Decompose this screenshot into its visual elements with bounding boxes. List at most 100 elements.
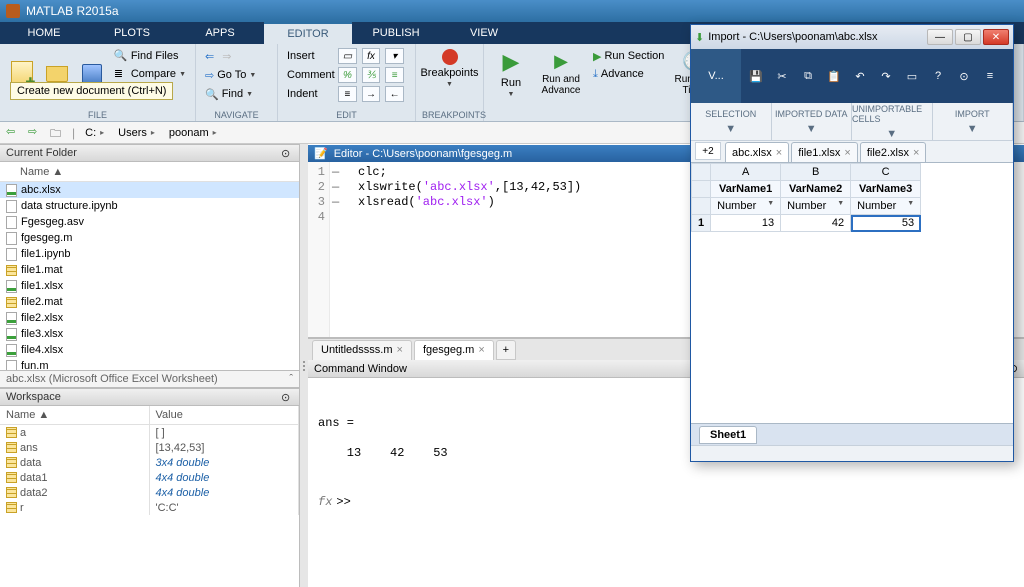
import-range-step[interactable]: +2: [695, 142, 721, 160]
breadcrumb-seg-c[interactable]: C:▸: [81, 127, 108, 139]
workspace-row[interactable]: ans[13,42,53]: [0, 440, 299, 455]
nav-back-icon[interactable]: ⇦: [6, 125, 22, 141]
comment-rm-icon[interactable]: ⅗: [362, 67, 381, 83]
details-header[interactable]: abc.xlsx (Microsoft Office Excel Workshe…: [0, 370, 299, 388]
maximize-button[interactable]: ▢: [955, 29, 981, 45]
more-icon[interactable]: ⊙: [955, 67, 973, 85]
type-cell-1[interactable]: Number▼: [711, 198, 781, 215]
window-icon[interactable]: ▭: [903, 67, 921, 85]
run-button[interactable]: ▶Run▼: [490, 47, 532, 100]
file-item[interactable]: data structure.ipynb: [0, 198, 299, 214]
section-imported-data[interactable]: IMPORTED DATA▼: [772, 103, 853, 140]
data-cell-1-c[interactable]: 53: [851, 215, 921, 232]
file-item[interactable]: file1.xlsx: [0, 278, 299, 294]
type-cell-2[interactable]: Number▼: [781, 198, 851, 215]
col-header-b[interactable]: B: [781, 164, 851, 181]
workspace-col-name[interactable]: Name ▲: [0, 406, 150, 424]
workspace-col-value[interactable]: Value: [150, 406, 300, 424]
file-item[interactable]: file2.mat: [0, 294, 299, 310]
run-advance-button[interactable]: ▶Run and Advance: [536, 47, 586, 100]
tab-plots[interactable]: PLOTS: [88, 22, 176, 44]
file-item[interactable]: abc.xlsx: [0, 182, 299, 198]
type-cell-3[interactable]: Number▼: [851, 198, 921, 215]
workspace-row[interactable]: a[ ]: [0, 425, 299, 440]
section-selection[interactable]: SELECTION▼: [691, 103, 772, 140]
find-button[interactable]: 🔍Find▼: [202, 85, 271, 103]
comment-wrap-icon[interactable]: ≡: [385, 67, 404, 83]
tab-home[interactable]: HOME: [0, 22, 88, 44]
workspace-row[interactable]: data24x4 double: [0, 485, 299, 500]
paste-icon[interactable]: 📋: [825, 67, 843, 85]
file-list-column-name[interactable]: Name ▲: [0, 162, 299, 182]
import-data-grid[interactable]: A B C VarName1 VarName2 VarName3 Number▼…: [691, 163, 1013, 423]
close-icon[interactable]: ×: [397, 344, 403, 356]
close-icon[interactable]: ×: [478, 344, 484, 356]
indent-inc-icon[interactable]: →: [362, 86, 381, 102]
undo-icon[interactable]: ↶: [851, 67, 869, 85]
breadcrumb-seg-poonam[interactable]: poonam▸: [165, 127, 221, 139]
nav-back-button[interactable]: ⇐: [202, 47, 217, 65]
minimize-button[interactable]: —: [927, 29, 953, 45]
breadcrumb-seg-users[interactable]: Users▸: [114, 127, 159, 139]
run-section-button[interactable]: ▶Run Section: [590, 47, 667, 65]
close-icon[interactable]: ×: [913, 147, 919, 159]
workspace-row[interactable]: data3x4 double: [0, 455, 299, 470]
goto-button[interactable]: ⇨Go To▼: [202, 66, 271, 84]
find-files-button[interactable]: 🔍Find Files: [111, 47, 189, 65]
nav-up-icon[interactable]: 🗀: [50, 125, 66, 141]
varname-1[interactable]: VarName1: [711, 181, 781, 198]
close-button[interactable]: ✕: [983, 29, 1009, 45]
collapse-icon[interactable]: ⊙: [281, 391, 293, 404]
tab-publish[interactable]: PUBLISH: [352, 22, 440, 44]
comment-button[interactable]: Comment%⅗≡: [284, 66, 409, 84]
file-item[interactable]: file1.ipynb: [0, 246, 299, 262]
import-titlebar[interactable]: ⬇ Import - C:\Users\poonam\abc.xlsx — ▢ …: [691, 25, 1013, 49]
workspace-row[interactable]: r'C:C': [0, 500, 299, 515]
insert-section-icon[interactable]: ▭: [338, 48, 357, 64]
section-unimportable[interactable]: UNIMPORTABLE CELLS▼: [852, 103, 933, 140]
file-item[interactable]: file1.mat: [0, 262, 299, 278]
close-icon[interactable]: ×: [776, 147, 782, 159]
nav-forward-icon[interactable]: ⇨: [28, 125, 44, 141]
close-icon[interactable]: ×: [844, 147, 850, 159]
editor-tab-untitled[interactable]: Untitledssss.m×: [312, 340, 412, 360]
varname-3[interactable]: VarName3: [851, 181, 921, 198]
redo-icon[interactable]: ↷: [877, 67, 895, 85]
tab-editor[interactable]: EDITOR: [264, 22, 352, 44]
insert-more-icon[interactable]: ▾: [385, 48, 404, 64]
save-icon[interactable]: 💾: [747, 67, 765, 85]
file-item[interactable]: fgesgeg.m: [0, 230, 299, 246]
cut-icon[interactable]: ✂: [773, 67, 791, 85]
file-item[interactable]: file2.xlsx: [0, 310, 299, 326]
tab-view[interactable]: VIEW: [440, 22, 528, 44]
tab-apps[interactable]: APPS: [176, 22, 264, 44]
editor-tab-fgesgeg[interactable]: fgesgeg.m×: [414, 340, 494, 360]
col-header-c[interactable]: C: [851, 164, 921, 181]
file-item[interactable]: file3.xlsx: [0, 326, 299, 342]
fx-prompt-icon[interactable]: fx: [318, 495, 332, 510]
sheet-tab-sheet1[interactable]: Sheet1: [699, 426, 757, 444]
help-icon[interactable]: ?: [929, 67, 947, 85]
workspace-row[interactable]: data14x4 double: [0, 470, 299, 485]
file-item[interactable]: file4.xlsx: [0, 342, 299, 358]
file-item[interactable]: Fgesgeg.asv: [0, 214, 299, 230]
col-header-a[interactable]: A: [711, 164, 781, 181]
file-item[interactable]: fun.m: [0, 358, 299, 370]
indent-button[interactable]: Indent≡→←: [284, 85, 409, 103]
section-import[interactable]: IMPORT▼: [933, 103, 1014, 140]
breakpoint-gutter[interactable]: ———: [330, 162, 346, 337]
data-cell-1-b[interactable]: 42: [781, 215, 851, 232]
column-resize-handle[interactable]: [300, 144, 308, 587]
import-tab-abc[interactable]: abc.xlsx×: [725, 142, 789, 162]
indent-dec-icon[interactable]: ←: [385, 86, 404, 102]
copy-icon[interactable]: ⧉: [799, 67, 817, 85]
import-ribbon-tab[interactable]: V...: [691, 49, 741, 103]
workspace-header[interactable]: Workspace ⊙: [0, 388, 299, 406]
overflow-icon[interactable]: ≡: [981, 67, 999, 85]
current-folder-header[interactable]: Current Folder ⊙: [0, 144, 299, 162]
nav-fwd-button[interactable]: ⇒: [219, 47, 234, 65]
data-cell-1-a[interactable]: 13: [711, 215, 781, 232]
expand-icon[interactable]: ˆ: [289, 373, 293, 385]
advance-button[interactable]: ⤓Advance: [590, 65, 667, 83]
collapse-icon[interactable]: ⊙: [281, 147, 293, 160]
